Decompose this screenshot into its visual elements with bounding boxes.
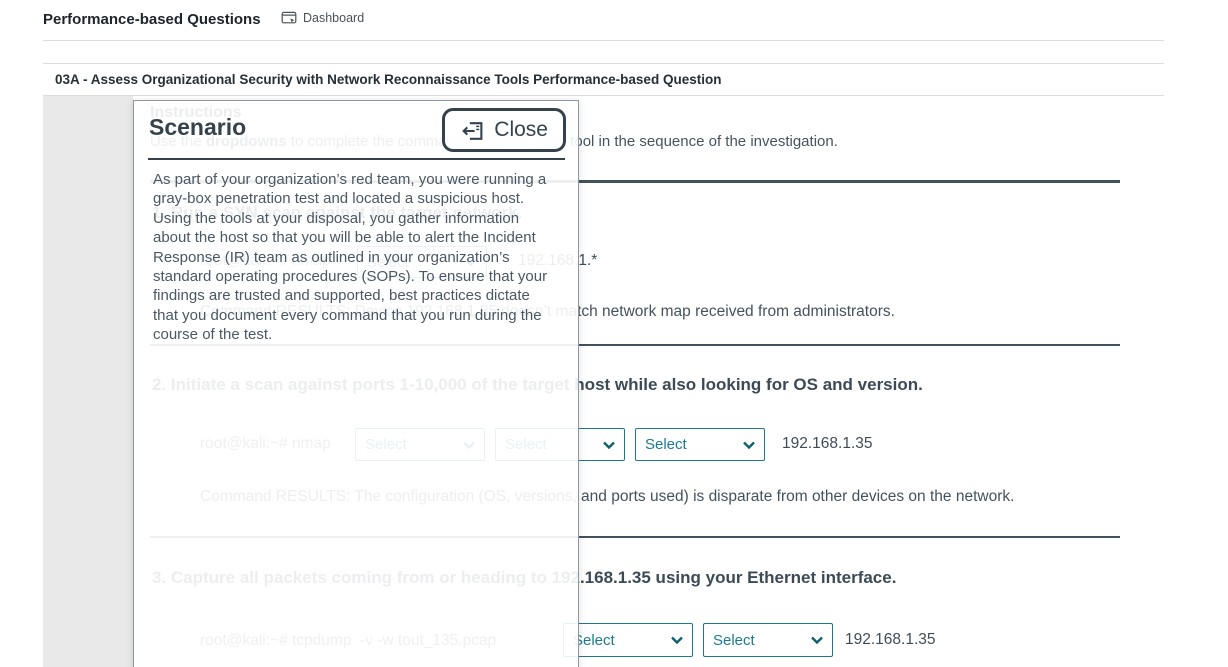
heading-top-border: [43, 63, 1164, 64]
topbar-divider: [43, 40, 1164, 41]
app-title: Performance-based Questions: [43, 11, 261, 28]
dashboard-icon: [281, 10, 297, 26]
question-3-select-1[interactable]: Select: [563, 623, 693, 657]
chevron-down-icon: [811, 636, 823, 644]
dashboard-label: Dashboard: [303, 11, 364, 25]
exit-icon: [460, 118, 485, 143]
chevron-down-icon: [743, 441, 755, 449]
question-2-target-value: 192.168.1.35: [782, 435, 873, 453]
left-gray-rail: [43, 96, 133, 667]
select-value: Select: [573, 632, 615, 649]
screen: Performance-based Questions Dashboard 03…: [0, 0, 1228, 667]
close-button[interactable]: Close: [442, 108, 566, 152]
chevron-down-icon: [671, 636, 683, 644]
question-3-target-value: 192.168.1.35: [845, 631, 936, 649]
select-value: Select: [713, 632, 755, 649]
chevron-down-icon: [603, 441, 615, 449]
close-label: Close: [494, 118, 548, 142]
heading-bottom-border: [43, 95, 1164, 96]
select-value: Select: [645, 436, 687, 453]
question-2-select-3[interactable]: Select: [635, 428, 765, 461]
modal-title-divider: [148, 158, 565, 160]
scenario-modal: Scenario Close As part of your organizat…: [133, 100, 579, 667]
page-title: 03A - Assess Organizational Security wit…: [55, 72, 721, 87]
question-3-select-2[interactable]: Select: [703, 623, 833, 657]
scenario-text: As part of your organization’s red team,…: [153, 170, 568, 345]
dashboard-link[interactable]: Dashboard: [281, 10, 364, 26]
modal-title: Scenario: [149, 114, 246, 141]
